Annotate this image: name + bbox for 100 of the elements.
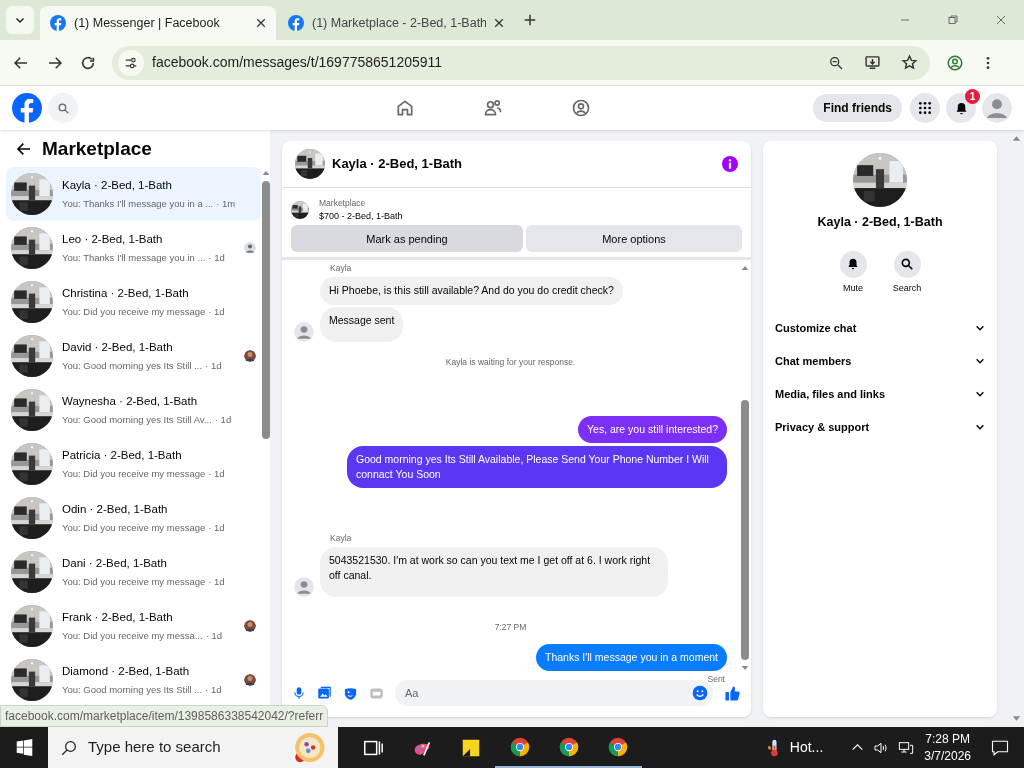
close-icon[interactable] [494, 18, 504, 28]
listing-title: $700 - 2-Bed, 1-Bath [319, 209, 403, 223]
search-placeholder: Type here to search [88, 737, 221, 758]
notification-center-icon[interactable] [991, 738, 1009, 757]
section-label: Privacy & support [775, 419, 870, 435]
message-timestamp: 7:27 PM [494, 620, 527, 634]
details-section-row[interactable]: Media, files and links [775, 377, 985, 411]
action-label: Search [892, 281, 922, 295]
message-bubble: Good morning yes Its Still Available, Please Send Your Phone Number I Will connact You Soon [347, 445, 727, 488]
message-time: · 1d [205, 629, 222, 643]
message-time: · 1d [205, 359, 222, 373]
address-bar[interactable]: facebook.com/messages/t/1697758651205911 [112, 45, 930, 80]
weather-text[interactable]: Hot... [789, 737, 824, 758]
mute-button[interactable] [839, 250, 867, 278]
contact-avatar-icon [294, 576, 314, 597]
scrollbar-thumb[interactable] [261, 181, 270, 439]
find-friends-button[interactable]: Find friends [813, 94, 902, 122]
scroll-up-arrow-icon[interactable] [261, 169, 270, 177]
details-section-row[interactable]: Chat members [775, 344, 985, 378]
conversation-item[interactable]: Kayla · 2-Bed, 1-Bath You: Thanks I'll message you in a ... · 1m [6, 167, 262, 221]
zoom-icon[interactable] [828, 54, 844, 71]
message-bubble: Hi Phoebe, is this still available? And do you do credit check? [320, 277, 623, 305]
listing-action-button[interactable]: More options [526, 225, 742, 253]
search-icon [60, 738, 78, 757]
reload-icon[interactable] [80, 54, 96, 71]
scroll-up-arrow-icon[interactable] [1011, 134, 1021, 143]
contact-name: Christina · 2-Bed, 1-Bath [62, 285, 190, 301]
browser-tab[interactable]: (1) Messenger | Facebook [40, 6, 276, 40]
message-bubble: Thanks I'll message you in a moment [536, 644, 727, 672]
contact-name: Dani · 2-Bed, 1-Bath [62, 555, 168, 571]
message-time: · 1d [208, 521, 225, 535]
conversation-item[interactable]: David · 2-Bed, 1-Bath You: Good morning yes Its Still ... · 1d [6, 329, 262, 383]
facebook-logo-icon[interactable] [12, 93, 42, 123]
conversation-item[interactable]: Frank · 2-Bed, 1-Bath You: Did you receive my messa... · 1d [6, 599, 262, 653]
tab-title: (1) Messenger | Facebook [74, 14, 221, 32]
tab-list-button[interactable] [6, 6, 34, 34]
conversation-item[interactable]: Christina · 2-Bed, 1-Bath You: Did you receive my message · 1d [6, 275, 262, 329]
conversation-item[interactable]: Leo · 2-Bed, 1-Bath You: Thanks I'll message you in ... · 1d [6, 221, 262, 275]
friends-icon[interactable] [483, 98, 503, 118]
message-preview: You: Good morning yes Its Still ... [62, 683, 203, 697]
back-arrow-icon[interactable] [16, 141, 32, 157]
message-time: · 1d [208, 575, 225, 589]
message-time: · 1d [205, 683, 222, 697]
status-notice: Kayla is waiting for your response. [445, 356, 576, 369]
search-button[interactable] [893, 250, 921, 278]
close-icon[interactable] [256, 18, 266, 28]
plus-icon[interactable] [523, 13, 537, 27]
network-icon[interactable] [898, 739, 915, 756]
conversation-item[interactable]: Diamond · 2-Bed, 1-Bath You: Good morning yes Its Still ... · 1d [6, 653, 262, 707]
conversation-item[interactable]: Waynesha · 2-Bed, 1-Bath You: Good morning yes Its Still Av... · 1d [6, 383, 262, 437]
url-text: facebook.com/messages/t/1697758651205911 [152, 53, 444, 72]
conversation-item[interactable]: Patricia · 2-Bed, 1-Bath You: Did you receive my message · 1d [6, 437, 262, 491]
sticker-icon[interactable] [343, 685, 358, 701]
conversation-item[interactable]: Odin · 2-Bed, 1-Bath You: Did you receive my message · 1d [6, 491, 262, 545]
message-preview: You: Thanks I'll message you in ... [62, 251, 206, 265]
contact-name: Odin · 2-Bed, 1-Bath [62, 501, 169, 517]
message-time: · 1d [214, 413, 232, 427]
microphone-icon[interactable] [292, 686, 306, 700]
details-section-row[interactable]: Privacy & support [775, 410, 985, 444]
sidebar-title: Marketplace [42, 136, 152, 161]
scrollbar-thumb[interactable] [741, 400, 749, 660]
section-label: Media, files and links [775, 386, 886, 402]
info-icon[interactable] [722, 156, 738, 172]
tab-title: (1) Marketplace - 2-Bed, 1-Bath [312, 14, 486, 32]
message-bubble: 5043521530. I'm at work so can you text me I get off at 6. I work right off canal. [320, 546, 668, 597]
clock[interactable]: 7:28 PM 3/7/2026 [924, 730, 971, 765]
thumbs-up-icon[interactable] [724, 684, 741, 702]
emoji-icon[interactable] [692, 685, 708, 701]
seen-avatar-icon [244, 350, 257, 362]
scroll-down-arrow-icon[interactable] [1011, 714, 1021, 723]
site-settings-icon[interactable] [124, 55, 138, 70]
message-time: · 1d [208, 467, 225, 481]
chrome-icon[interactable] [557, 735, 580, 758]
message-time: · 1d [208, 305, 225, 319]
windows-start-icon[interactable] [15, 739, 33, 756]
home-icon[interactable] [395, 98, 415, 118]
browser-tab[interactable]: (1) Marketplace - 2-Bed, 1-Bath [278, 6, 514, 40]
profile-icon[interactable] [946, 53, 964, 72]
conversation-item[interactable]: Dani · 2-Bed, 1-Bath You: Did you receive my message · 1d [6, 545, 262, 599]
message-time: · 1m [216, 197, 236, 211]
details-section-row[interactable]: Customize chat [775, 311, 985, 345]
taskbar-search-box[interactable]: Type here to search [48, 727, 338, 768]
listing-action-button[interactable]: Mark as pending [291, 225, 523, 253]
chrome-icon[interactable] [606, 735, 629, 758]
photo-icon[interactable] [317, 685, 332, 701]
message-bubble: Yes, are you still interested? [578, 415, 727, 443]
notification-badge: 1 [965, 89, 980, 104]
scroll-up-arrow-icon[interactable] [741, 264, 749, 273]
install-app-icon[interactable] [864, 54, 881, 71]
menu-button[interactable] [910, 93, 940, 123]
restore-icon[interactable] [947, 14, 959, 26]
chrome-icon[interactable] [508, 735, 531, 758]
bookmark-star-icon[interactable] [901, 54, 918, 71]
contact-name: Diamond · 2-Bed, 1-Bath [62, 663, 191, 679]
groups-icon[interactable] [571, 98, 591, 118]
scroll-down-arrow-icon[interactable] [741, 664, 749, 672]
account-avatar-icon[interactable] [982, 93, 1012, 123]
search-icon [56, 101, 70, 115]
link-preview-url: facebook.com/marketplace/item/1398586338542042/?referr [0, 705, 329, 727]
message-time: · 1d [208, 251, 225, 265]
